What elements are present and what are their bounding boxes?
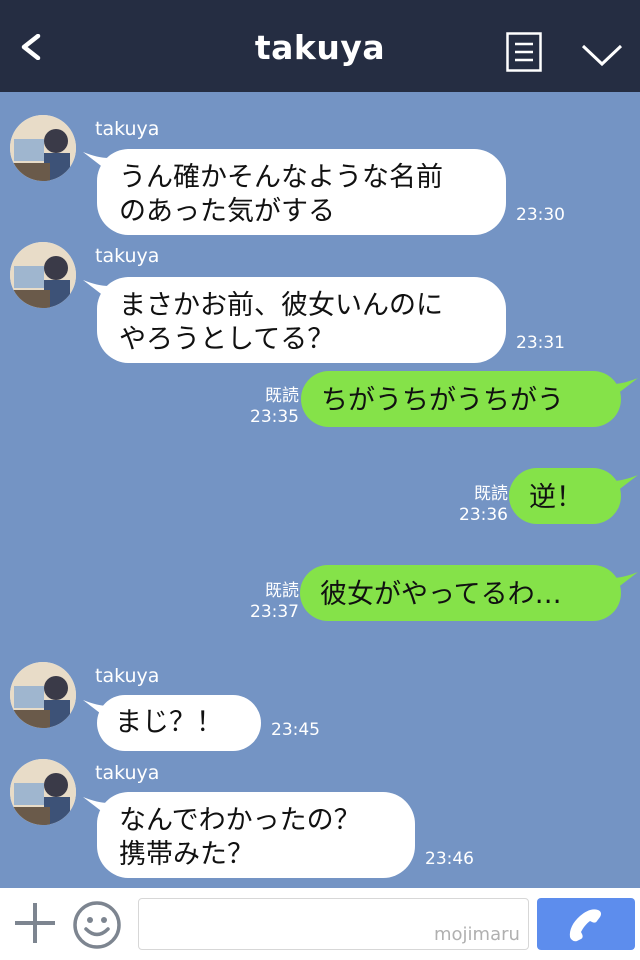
avatar[interactable]	[10, 242, 76, 308]
chat-title: takuya	[254, 28, 386, 67]
incoming-message-bubble[interactable]: まさかお前、彼女いんのに やろうとしてる？	[97, 277, 506, 363]
message-line: やろうとしてる？	[119, 324, 335, 355]
message-line: 携帯みた？	[119, 839, 254, 870]
sender-name: takuya	[95, 762, 160, 784]
chevron-down-icon[interactable]	[580, 40, 624, 70]
message-time: 23:45	[271, 720, 320, 740]
read-receipt: 既読 23:35	[250, 386, 299, 428]
incoming-message-bubble[interactable]: まじ？！	[97, 695, 261, 751]
message-time: 23:46	[425, 849, 474, 869]
plus-icon[interactable]	[12, 900, 58, 946]
sender-name: takuya	[95, 665, 160, 687]
read-label: 既読	[265, 581, 299, 601]
message-line: うん確かそんなような名前	[119, 162, 443, 193]
avatar[interactable]	[10, 662, 76, 728]
read-label: 既読	[265, 386, 299, 406]
phone-icon	[569, 909, 602, 942]
message-line: まさかお前、彼女いんのに	[119, 290, 443, 321]
sender-name: takuya	[95, 118, 160, 140]
avatar[interactable]	[10, 759, 76, 825]
message-time: 23:30	[516, 205, 565, 225]
memo-list-icon[interactable]	[506, 32, 542, 72]
read-receipt: 既読 23:36	[459, 484, 508, 526]
message-line: まじ？！	[115, 707, 223, 738]
outgoing-message-bubble[interactable]: 彼女がやってるわ…	[300, 565, 621, 621]
smile-icon[interactable]	[72, 900, 122, 950]
read-label: 既読	[474, 484, 508, 504]
read-receipt: 既読 23:37	[250, 581, 299, 623]
chat-header: takuya	[0, 0, 640, 92]
outgoing-message-bubble[interactable]: 逆！	[509, 468, 621, 524]
outgoing-message-bubble[interactable]: ちがうちがうちがう	[301, 371, 621, 427]
avatar[interactable]	[10, 115, 76, 181]
message-line: なんでわかったの？	[119, 805, 361, 836]
message-time: 23:36	[459, 505, 508, 525]
call-button[interactable]	[537, 898, 635, 950]
message-time: 23:35	[250, 407, 299, 427]
message-line: のあった気がする	[119, 196, 335, 227]
watermark-text: mojimaru	[434, 924, 520, 945]
sender-name: takuya	[95, 245, 160, 267]
incoming-message-bubble[interactable]: うん確かそんなような名前 のあった気がする	[97, 149, 506, 235]
incoming-message-bubble[interactable]: なんでわかったの？ 携帯みた？	[97, 792, 415, 878]
message-time: 23:37	[250, 602, 299, 622]
chat-area[interactable]: takuya うん確かそんなような名前 のあった気がする 23:30 takuy…	[0, 92, 640, 888]
message-time: 23:31	[516, 333, 565, 353]
